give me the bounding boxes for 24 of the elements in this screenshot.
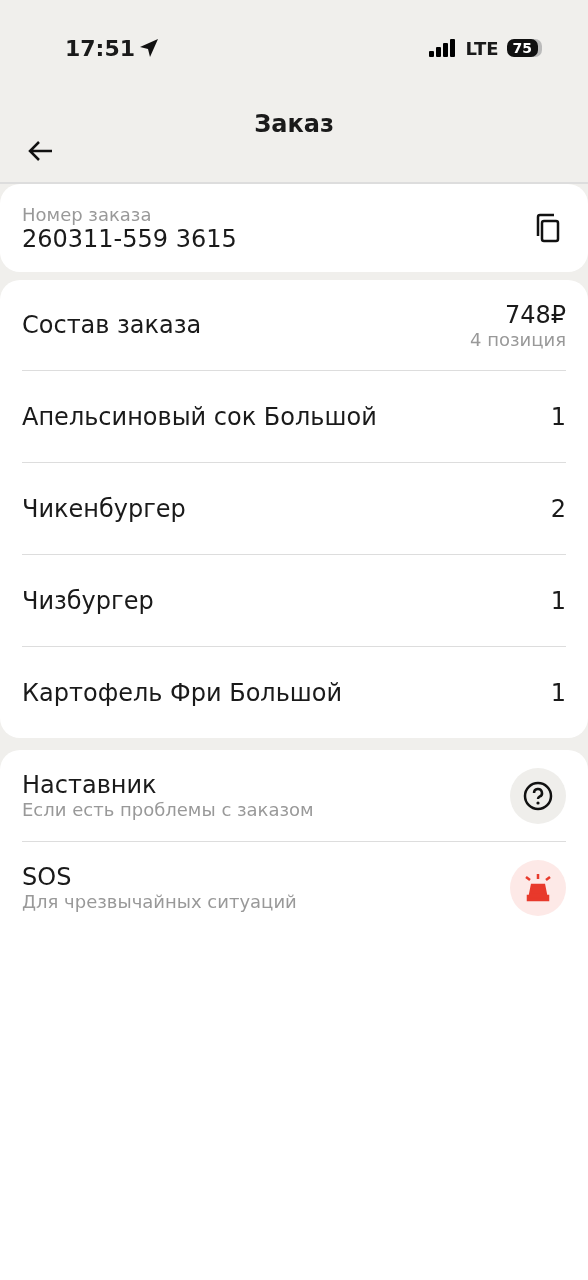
order-total: 748₽ <box>504 300 566 329</box>
item-quantity: 1 <box>550 678 566 707</box>
item-count: 4 позиция <box>470 328 566 350</box>
order-number: 260311-559 3615 <box>22 224 237 253</box>
item-name: Чикенбургер <box>22 494 186 523</box>
item-quantity: 1 <box>550 402 566 431</box>
signal-icon <box>429 39 458 57</box>
item-quantity: 1 <box>550 586 566 615</box>
section-title: Состав заказа <box>22 311 202 339</box>
siren-icon <box>523 872 553 903</box>
order-number-label: Номер заказа <box>22 203 152 225</box>
status-time: 17:51 <box>65 35 136 61</box>
support-title: SOS <box>22 863 72 891</box>
item-quantity: 2 <box>550 494 566 523</box>
support-subtitle: Для чрезвычайных ситуаций <box>22 891 297 912</box>
item-name: Чизбургер <box>22 586 154 615</box>
page-title: Заказ <box>254 110 334 138</box>
support-subtitle: Если есть проблемы с заказом <box>22 799 314 820</box>
question-icon <box>523 780 553 811</box>
item-name: Апельсиновый сок Большой <box>22 402 377 431</box>
network-type: LTE <box>465 37 499 59</box>
item-name: Картофель Фри Большой <box>22 678 343 707</box>
support-title: Наставник <box>22 771 157 799</box>
location-arrow-icon <box>139 38 160 58</box>
